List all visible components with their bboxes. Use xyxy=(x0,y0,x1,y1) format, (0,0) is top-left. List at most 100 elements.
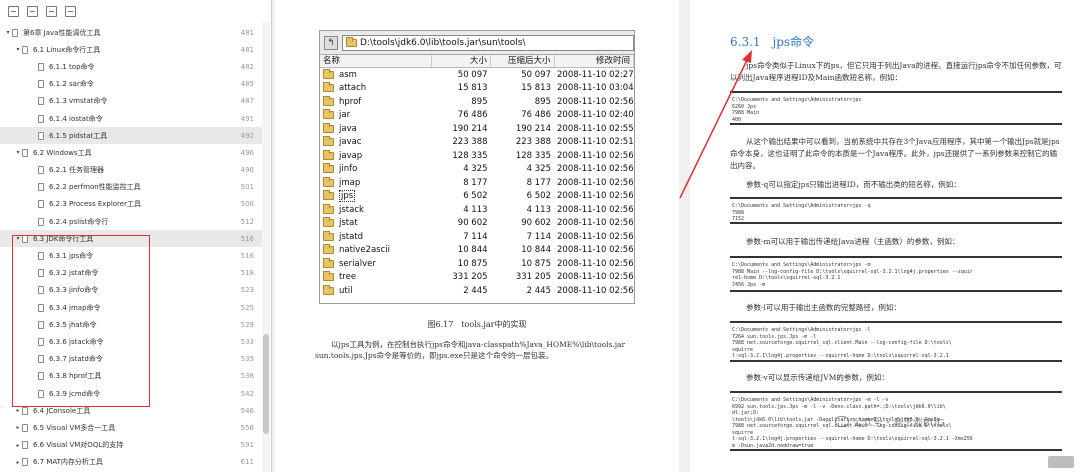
outline-item[interactable]: ▸ 6.5 Visual VM多合一工具 556 xyxy=(0,419,262,436)
expand-toggle-icon[interactable]: ▸ xyxy=(14,407,22,414)
file-row: asm 50 097 50 097 2008-11-10 02:27 xyxy=(320,68,634,82)
outline-item-label: 6.2.2 perfmon性能监控工具 xyxy=(49,183,141,192)
outline-item[interactable]: 6.3.1 jps命令 516 xyxy=(0,247,262,264)
path-field: D:\tools\jdk6.0\lib\tools.jar\sun\tools\ xyxy=(342,34,634,51)
outline-item[interactable]: ▾ 6.3 JDK命令行工具 516 xyxy=(0,230,262,248)
bookmark-icon xyxy=(38,286,44,295)
wechat-icon xyxy=(835,416,849,427)
outline-item-page: 523 xyxy=(240,286,254,295)
bookmark-icon xyxy=(22,45,28,54)
bookmark-icon xyxy=(22,423,28,432)
bookmark-icon xyxy=(22,148,28,157)
bookmark-icon xyxy=(22,234,28,243)
outline-item[interactable]: 6.1.5 pidstat工具 492 xyxy=(0,127,262,145)
outline-item[interactable]: 6.3.5 jhat命令 529 xyxy=(0,316,262,333)
sidebar-scrollbar[interactable] xyxy=(262,22,270,472)
file-name-cell: javac xyxy=(320,136,432,147)
outline-item[interactable]: 6.2.1 任务管理器 496 xyxy=(0,162,262,179)
expand-toggle-icon[interactable]: ▾ xyxy=(14,149,22,156)
file-size: 15 813 xyxy=(457,83,488,94)
outline-item[interactable]: ▾ 6.1 Linux命令行工具 481 xyxy=(0,41,262,58)
outline-item-label: 6.3.9 jcmd命令 xyxy=(49,389,101,398)
bookmark-icon xyxy=(38,114,44,123)
file-name: jstack xyxy=(339,204,364,215)
outline-item-page: 482 xyxy=(240,62,254,71)
col-name: 名称 xyxy=(320,55,433,67)
file-packed-size: 90 602 xyxy=(521,218,551,229)
outline-item[interactable]: 6.2.3 Process Explorer工具 508 xyxy=(0,196,262,213)
expand-toggle-icon[interactable]: ▾ xyxy=(14,46,22,53)
folder-icon xyxy=(323,230,334,241)
expand-toggle-icon[interactable]: ▸ xyxy=(14,442,22,449)
options-icon[interactable] xyxy=(46,5,57,17)
file-modified: 2008-11-10 02:56 xyxy=(557,177,634,188)
folder-icon xyxy=(323,203,334,214)
file-name: jstat xyxy=(339,218,358,229)
code-block: C:\Documents and Settings\Administrator>… xyxy=(730,91,1062,125)
outline-item[interactable]: ▸ 6.4 JConsole工具 546 xyxy=(0,402,262,419)
file-row: jps 6 502 6 502 2008-11-10 02:56 xyxy=(320,190,634,204)
file-name: serialver xyxy=(339,258,376,269)
file-name-cell: jstack xyxy=(320,203,432,215)
outline-item[interactable]: 6.3.7 jstatd命令 535 xyxy=(0,351,262,368)
outline-item[interactable]: 6.1.4 iostat命令 491 xyxy=(0,110,262,127)
file-modified: 2008-11-10 02:27 xyxy=(557,69,634,80)
bookmark-icon xyxy=(22,441,28,450)
file-name-cell: jmap xyxy=(320,176,432,188)
file-name: jstatd xyxy=(339,231,364,242)
outline-item-label: 6.7 MAT内存分析工具 xyxy=(33,458,103,467)
paragraph: jps命令类似于Linux下的ps，但它只用于列出Java的进程。直接运行jps… xyxy=(730,61,1062,82)
outline-item-label: 6.2.1 任务管理器 xyxy=(49,166,105,175)
outline-item[interactable]: ▸ 6.7 MAT内存分析工具 611 xyxy=(0,454,262,471)
outline-item-label: 6.1.4 iostat命令 xyxy=(49,114,103,123)
file-packed-size: 4 113 xyxy=(526,204,551,215)
file-name: jmap xyxy=(339,177,361,188)
outline-item[interactable]: 6.3.3 jinfo命令 523 xyxy=(0,282,262,299)
outline-item-page: 496 xyxy=(240,166,254,175)
expand-toggle-icon[interactable]: ▾ xyxy=(4,29,12,36)
address-bar: ↰ D:\tools\jdk6.0\lib\tools.jar\sun\tool… xyxy=(320,31,634,55)
outline-item[interactable]: 6.1.3 vmstat命令 487 xyxy=(0,93,262,110)
scrollbar-thumb[interactable] xyxy=(263,334,269,434)
outline-item[interactable]: 6.1.1 top命令 482 xyxy=(0,58,262,75)
outline-item[interactable]: ▾ 6.2 Windows工具 496 xyxy=(0,144,262,161)
outline-item-page: 481 xyxy=(240,28,254,37)
expand-all-icon[interactable] xyxy=(27,5,38,17)
outline-item[interactable]: 6.3.4 jmap命令 525 xyxy=(0,299,262,316)
outline-item[interactable]: 6.2.4 pslist命令行 512 xyxy=(0,213,262,230)
outline-item-label: 6.1 Linux命令行工具 xyxy=(33,45,101,54)
file-row: jstatd 7 114 7 114 2008-11-10 02:56 xyxy=(320,230,634,244)
bookmark-icon xyxy=(38,269,44,278)
bookmark-icon xyxy=(38,183,44,192)
outline-item[interactable]: ▾ 第6章 Java性能调优工具 481 xyxy=(0,24,262,41)
folder-icon xyxy=(323,176,334,187)
expand-toggle-icon[interactable]: ▸ xyxy=(14,424,22,431)
bookmark-icon xyxy=(38,80,44,89)
collapse-all-icon[interactable] xyxy=(8,5,19,17)
paragraph: 参数-m可以用于输出传递给Java进程（主函数）的参数，例如： xyxy=(746,237,960,246)
outline-item[interactable]: 6.3.9 jcmd命令 542 xyxy=(0,385,262,402)
outline-item[interactable]: ▸ 6.6 Visual VM对OQL的支持 591 xyxy=(0,437,262,454)
outline-item[interactable]: 6.1.2 sar命令 485 xyxy=(0,76,262,93)
bookmark-icon xyxy=(38,303,44,312)
file-name-cell: util xyxy=(320,284,432,296)
outline-item-page: 512 xyxy=(240,217,254,226)
outline-item-label: 6.3.1 jps命令 xyxy=(49,252,94,261)
expand-toggle-icon[interactable]: ▾ xyxy=(14,235,22,242)
file-modified: 2008-11-10 03:04 xyxy=(557,83,634,94)
bookmark-icon xyxy=(38,62,44,71)
outline-item[interactable]: 6.2.2 perfmon性能监控工具 501 xyxy=(0,179,262,196)
outline-item-label: 6.3 JDK命令行工具 xyxy=(33,234,94,243)
outline-item[interactable]: 6.3.2 jstat命令 518 xyxy=(0,265,262,282)
file-row: serialver 10 875 10 875 2008-11-10 02:56 xyxy=(320,257,634,271)
expand-toggle-icon[interactable]: ▸ xyxy=(14,459,22,466)
outline-item[interactable]: 6.3.8 hprof工具 538 xyxy=(0,368,262,385)
bookmark-icon[interactable] xyxy=(65,5,76,17)
file-size: 8 177 xyxy=(463,177,488,188)
outline-item-label: 第6章 Java性能调优工具 xyxy=(23,28,101,37)
file-name: jps xyxy=(339,190,356,203)
file-modified: 2008-11-10 02:56 xyxy=(557,285,634,296)
bookmark-icon xyxy=(38,131,44,140)
folder-icon xyxy=(323,82,334,93)
outline-item[interactable]: 6.3.6 jstack命令 533 xyxy=(0,333,262,350)
